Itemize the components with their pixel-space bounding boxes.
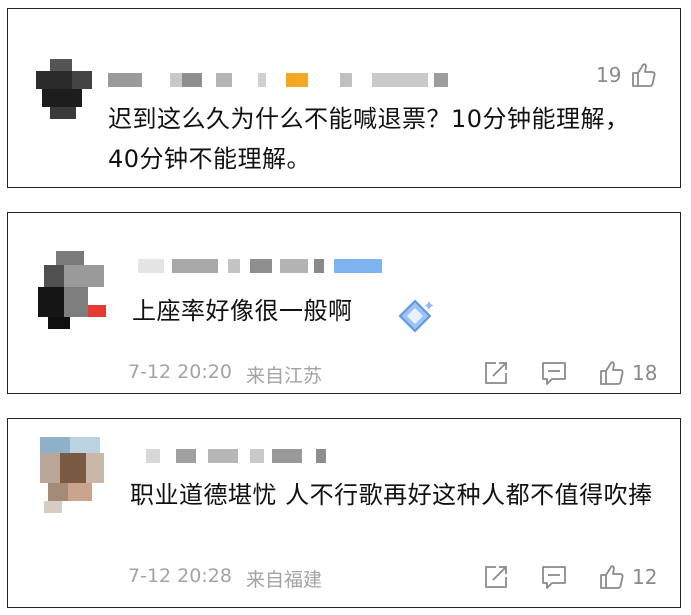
comment-location: 来自江苏 xyxy=(246,365,323,387)
username[interactable] xyxy=(146,449,346,467)
like-action[interactable]: 12 xyxy=(598,563,668,591)
share-icon[interactable] xyxy=(482,563,510,591)
comment-time: 7-12 20:20 xyxy=(128,361,232,383)
comment-card: 职业道德堪忧 人不行歌再好这种人都不值得吹捧 7-12 20:28 来自福建 1… xyxy=(7,418,681,608)
avatar[interactable] xyxy=(38,251,108,331)
thumbs-up-icon xyxy=(600,565,624,589)
avatar[interactable] xyxy=(36,59,100,123)
like-action[interactable]: 18 xyxy=(598,359,668,387)
username[interactable] xyxy=(108,73,448,91)
comment-text: 上座率好像很一般啊 xyxy=(132,297,353,325)
thumbs-up-icon xyxy=(600,361,624,385)
comment-card: 19 迟到这么久为什么不能喊退票？10分钟能理解，40分钟不能理解。 xyxy=(7,8,681,188)
comment-time: 7-12 20:28 xyxy=(128,565,232,587)
thumbs-up-icon xyxy=(632,63,656,87)
comment-icon[interactable] xyxy=(540,563,568,591)
like-count: 12 xyxy=(632,565,658,589)
sparkle-diamond-icon xyxy=(398,299,434,333)
comment-text: 职业道德堪忧 人不行歌再好这种人都不值得吹捧 xyxy=(130,481,653,509)
share-icon[interactable] xyxy=(482,359,510,387)
comment-location: 来自福建 xyxy=(246,569,323,591)
like-count: 19 xyxy=(596,63,622,87)
comment-icon[interactable] xyxy=(540,359,568,387)
like-count: 18 xyxy=(632,361,658,385)
comment-text: 迟到这么久为什么不能喊退票？10分钟能理解，40分钟不能理解。 xyxy=(108,105,630,173)
like-action[interactable]: 19 xyxy=(596,61,666,89)
avatar[interactable] xyxy=(40,437,106,515)
comment-card: 上座率好像很一般啊 7-12 20:20 来自江苏 18 xyxy=(7,212,681,394)
username[interactable] xyxy=(138,259,388,277)
